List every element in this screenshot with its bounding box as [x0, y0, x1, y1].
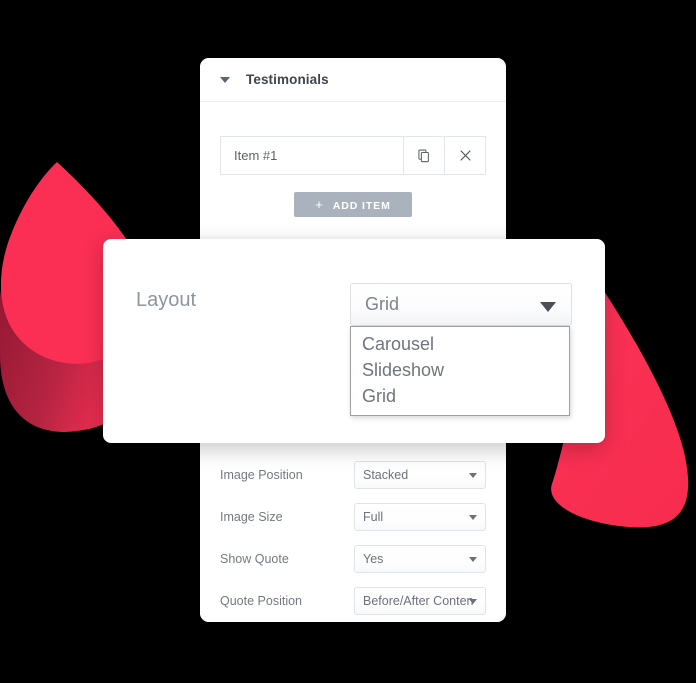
field-row-show-quote: Show Quote Yes	[220, 538, 486, 580]
field-value: Full	[363, 510, 384, 524]
layout-options-list: Carousel Slideshow Grid	[350, 326, 570, 416]
field-value: Stacked	[363, 468, 409, 482]
form-rows: Image Position Stacked Image Size Full S…	[220, 448, 486, 622]
repeater-list: Item #1 + ADD ITEM	[220, 102, 486, 217]
layout-select[interactable]: Grid	[350, 283, 572, 326]
show-quote-select[interactable]: Yes	[354, 545, 486, 573]
field-value: Yes	[363, 552, 384, 566]
repeater-item-row[interactable]: Item #1	[220, 136, 486, 175]
layout-select-value: Grid	[365, 294, 400, 314]
image-size-select[interactable]: Full	[354, 503, 486, 531]
field-label: Quote Position	[220, 594, 302, 608]
quote-position-select[interactable]: Before/After Conten	[354, 587, 486, 615]
plus-icon: +	[315, 197, 324, 212]
layout-label: Layout	[136, 289, 197, 311]
image-position-select[interactable]: Stacked	[354, 461, 486, 489]
chevron-down-icon	[469, 557, 477, 562]
layout-zoom-card: Layout Grid Carousel Slideshow Grid	[103, 239, 605, 443]
option-carousel[interactable]: Carousel	[351, 331, 569, 357]
option-grid[interactable]: Grid	[351, 383, 569, 409]
add-item-label: ADD ITEM	[332, 200, 391, 212]
field-label: Image Size	[220, 510, 283, 524]
chevron-down-icon	[469, 515, 477, 520]
field-label: Image Position	[220, 468, 303, 482]
field-value: Before/After Conten	[363, 594, 474, 608]
option-slideshow[interactable]: Slideshow	[351, 357, 569, 383]
copy-icon[interactable]	[403, 137, 444, 174]
chevron-down-icon	[469, 599, 477, 604]
chevron-down-icon	[469, 473, 477, 478]
field-row-quote-position: Quote Position Before/After Conten	[220, 580, 486, 622]
close-x-icon[interactable]	[444, 137, 485, 174]
repeater-item-label[interactable]: Item #1	[221, 137, 403, 174]
field-row-image-position: Image Position Stacked	[220, 454, 486, 496]
add-item-button[interactable]: + ADD ITEM	[294, 192, 412, 217]
panel-header[interactable]: Testimonials	[200, 58, 506, 102]
page-title: Testimonials	[246, 72, 329, 87]
caret-down-icon	[540, 301, 556, 312]
caret-down-icon[interactable]	[220, 76, 230, 83]
field-row-image-size: Image Size Full	[220, 496, 486, 538]
field-label: Show Quote	[220, 552, 289, 566]
